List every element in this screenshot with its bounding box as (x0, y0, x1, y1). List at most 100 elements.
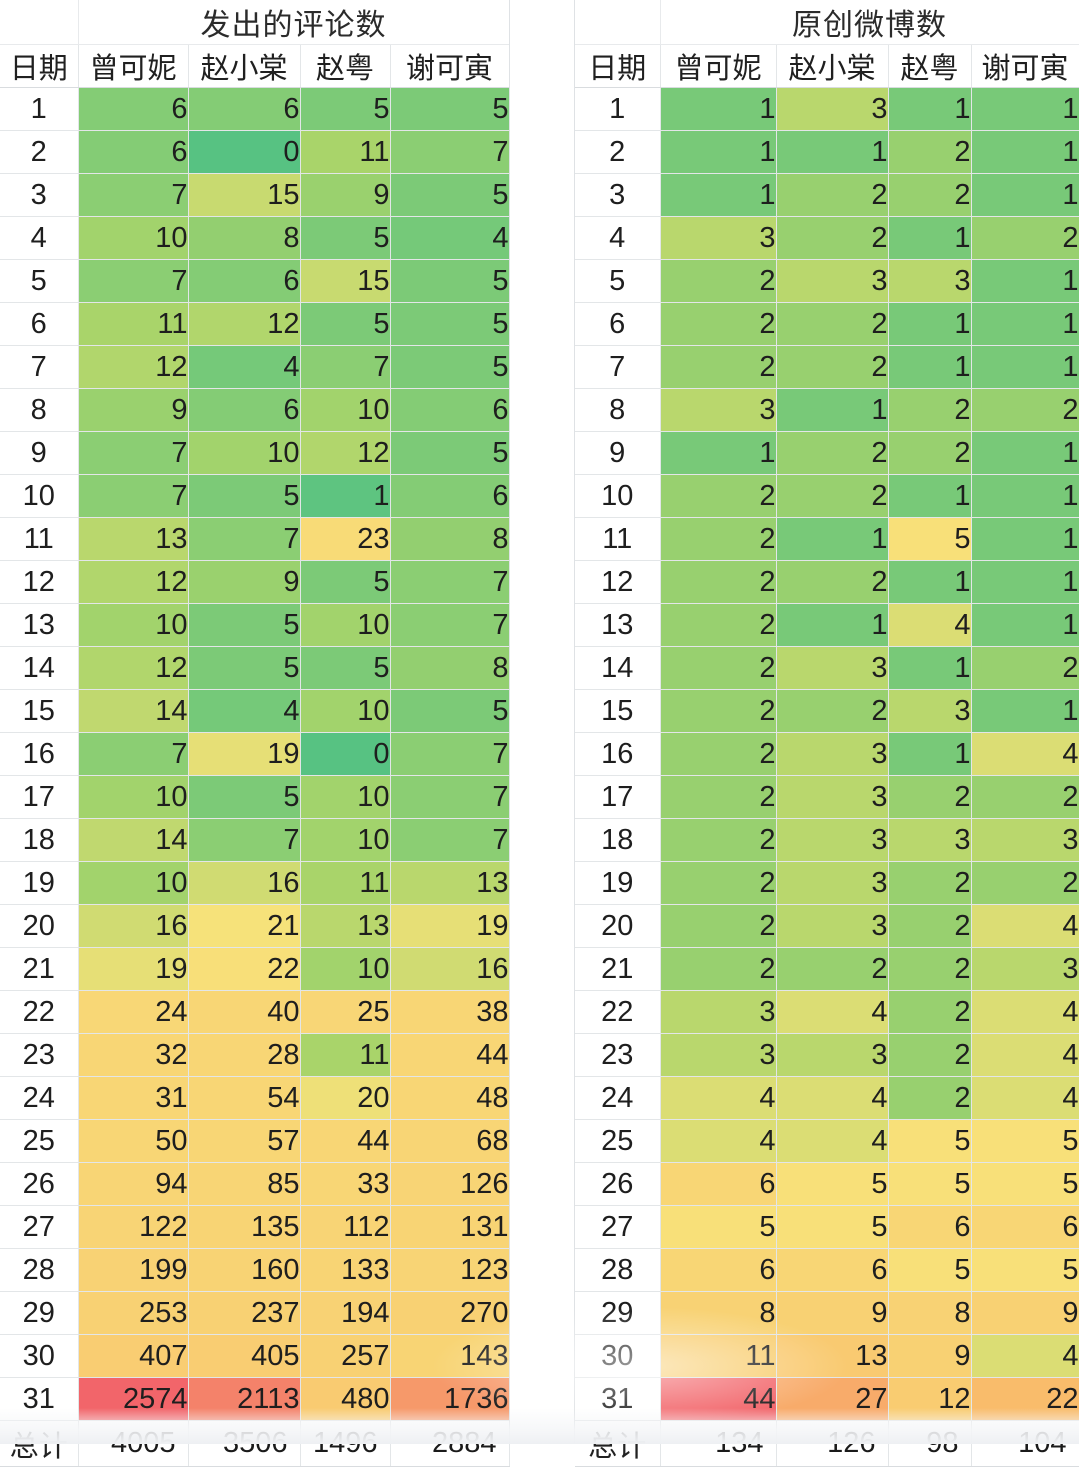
cell-date[interactable]: 4 (0, 216, 79, 260)
cell-value[interactable]: 5 (390, 259, 510, 303)
cell-value[interactable]: 7 (390, 130, 510, 174)
cell-date[interactable]: 2 (0, 130, 79, 174)
cell-date[interactable]: 12 (0, 560, 79, 604)
column-header-1[interactable]: 曾可妮 (660, 44, 777, 88)
cell-value[interactable]: 143 (390, 1334, 510, 1378)
cell-value[interactable]: 5 (390, 345, 510, 389)
cell-value[interactable]: 2 (888, 861, 972, 905)
cell-value[interactable]: 1 (971, 560, 1079, 604)
cell-value[interactable]: 122 (78, 1205, 189, 1249)
cell-value[interactable]: 0 (188, 130, 301, 174)
cell-value[interactable]: 1 (971, 173, 1079, 217)
cell-value[interactable]: 135 (188, 1205, 301, 1249)
cell-value[interactable]: 2 (888, 775, 972, 819)
cell-value[interactable]: 4 (776, 990, 889, 1034)
cell-value[interactable]: 1 (971, 603, 1079, 647)
cell-value[interactable]: 7 (78, 173, 189, 217)
cell-value[interactable]: 5 (390, 689, 510, 733)
cell-date[interactable]: 25 (575, 1119, 661, 1163)
cell-value[interactable]: 8 (188, 216, 301, 260)
cell-value[interactable]: 2 (776, 689, 889, 733)
cell-date[interactable]: 6 (575, 302, 661, 346)
cell-value[interactable]: 1 (660, 431, 777, 475)
cell-value[interactable]: 12 (888, 1377, 972, 1421)
cell-date[interactable]: 5 (575, 259, 661, 303)
cell-date[interactable]: 29 (575, 1291, 661, 1335)
cell-value[interactable]: 1 (971, 302, 1079, 346)
cell-value[interactable]: 85 (188, 1162, 301, 1206)
cell-value[interactable]: 4 (971, 990, 1079, 1034)
cell-value[interactable]: 3 (660, 1033, 777, 1077)
cell-value[interactable]: 8 (660, 1291, 777, 1335)
cell-value[interactable]: 2 (888, 1076, 972, 1120)
cell-date[interactable]: 4 (575, 216, 661, 260)
cell-date[interactable]: 21 (575, 947, 661, 991)
cell-value[interactable]: 3 (660, 388, 777, 432)
cell-value[interactable]: 2 (776, 474, 889, 518)
cell-value[interactable]: 12 (188, 302, 301, 346)
cell-date[interactable]: 2 (575, 130, 661, 174)
cell-value[interactable]: 27 (776, 1377, 889, 1421)
cell-date[interactable]: 28 (0, 1248, 79, 1292)
cell-value[interactable]: 5 (188, 646, 301, 690)
cell-value[interactable]: 126 (390, 1162, 510, 1206)
cell-value[interactable]: 1 (660, 130, 777, 174)
cell-date[interactable]: 23 (0, 1033, 79, 1077)
cell-value[interactable]: 2 (888, 990, 972, 1034)
cell-value[interactable]: 10 (300, 603, 391, 647)
cell-value[interactable]: 3 (971, 947, 1079, 991)
cell-value[interactable]: 3 (776, 87, 889, 131)
cell-value[interactable]: 133 (300, 1248, 391, 1292)
cell-date[interactable]: 9 (575, 431, 661, 475)
cell-value[interactable]: 3 (776, 775, 889, 819)
cell-value[interactable]: 1 (971, 130, 1079, 174)
cell-date[interactable]: 20 (575, 904, 661, 948)
cell-value[interactable]: 2 (660, 517, 777, 561)
cell-value[interactable]: 112 (300, 1205, 391, 1249)
cell-value[interactable]: 68 (390, 1119, 510, 1163)
cell-value[interactable]: 2 (888, 130, 972, 174)
cell-value[interactable]: 10 (188, 431, 301, 475)
cell-value[interactable]: 54 (188, 1076, 301, 1120)
cell-value[interactable]: 2 (888, 947, 972, 991)
cell-value[interactable]: 5 (390, 173, 510, 217)
cell-value[interactable]: 10 (300, 947, 391, 991)
cell-value[interactable]: 5 (300, 560, 391, 604)
cell-value[interactable]: 6 (971, 1205, 1079, 1249)
cell-value[interactable]: 6 (390, 474, 510, 518)
column-header-2[interactable]: 赵小棠 (776, 44, 889, 88)
cell-value[interactable]: 11 (78, 302, 189, 346)
cell-value[interactable]: 2 (660, 345, 777, 389)
cell-value[interactable]: 8 (390, 646, 510, 690)
cell-value[interactable]: 9 (888, 1334, 972, 1378)
cell-value[interactable]: 7 (78, 474, 189, 518)
cell-value[interactable]: 2 (971, 216, 1079, 260)
cell-value[interactable]: 194 (300, 1291, 391, 1335)
cell-value[interactable]: 4 (390, 216, 510, 260)
cell-value[interactable]: 1 (300, 474, 391, 518)
cell-value[interactable]: 131 (390, 1205, 510, 1249)
cell-value[interactable]: 2 (971, 861, 1079, 905)
cell-value[interactable]: 7 (390, 603, 510, 647)
cell-value[interactable]: 3 (971, 818, 1079, 862)
cell-value[interactable]: 4 (888, 603, 972, 647)
cell-date[interactable]: 7 (575, 345, 661, 389)
column-header-date[interactable]: 日期 (0, 44, 79, 88)
cell-value[interactable]: 12 (78, 560, 189, 604)
cell-value[interactable]: 14 (78, 818, 189, 862)
cell-value[interactable]: 12 (78, 345, 189, 389)
cell-value[interactable]: 4 (971, 1033, 1079, 1077)
cell-value[interactable]: 10 (300, 775, 391, 819)
column-header-date[interactable]: 日期 (575, 44, 661, 88)
cell-date[interactable]: 9 (0, 431, 79, 475)
cell-value[interactable]: 405 (188, 1334, 301, 1378)
cell-date[interactable]: 15 (0, 689, 79, 733)
cell-value[interactable]: 3 (888, 818, 972, 862)
cell-value[interactable]: 5 (660, 1205, 777, 1249)
cell-value[interactable]: 21 (188, 904, 301, 948)
cell-value[interactable]: 23 (300, 517, 391, 561)
cell-value[interactable]: 9 (776, 1291, 889, 1335)
cell-value[interactable]: 3 (776, 904, 889, 948)
cell-value[interactable]: 2 (660, 947, 777, 991)
cell-value[interactable]: 5 (188, 775, 301, 819)
